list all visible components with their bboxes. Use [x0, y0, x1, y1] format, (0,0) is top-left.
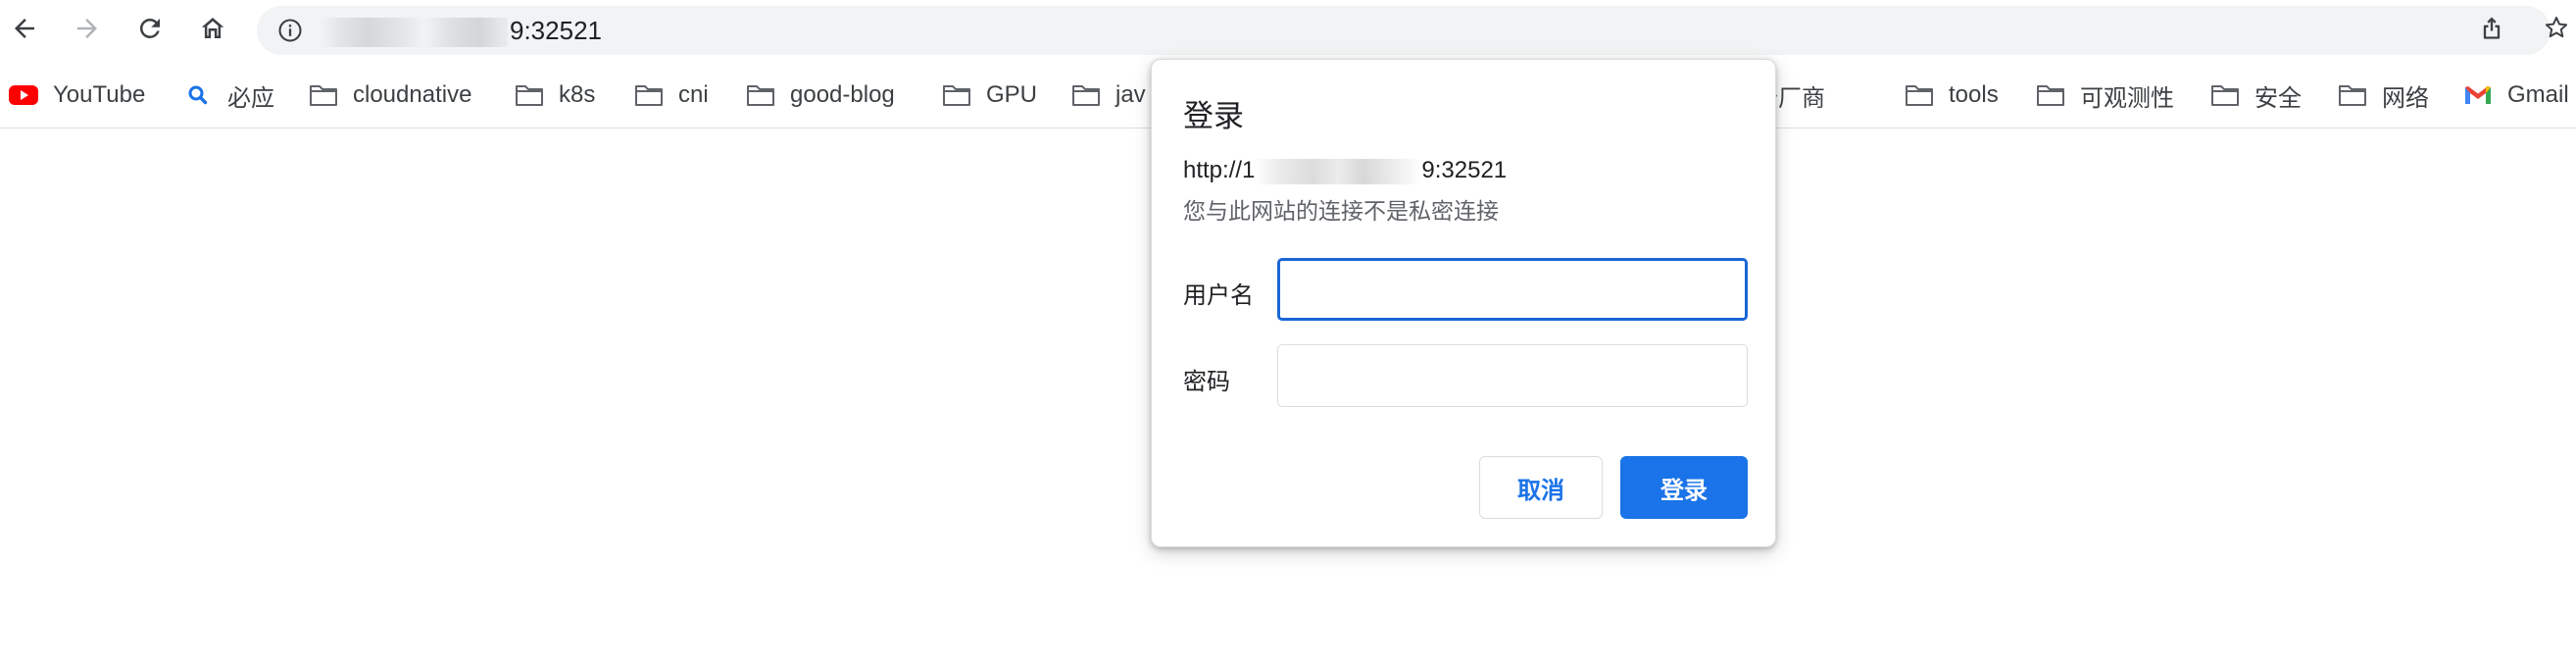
home-button[interactable]	[190, 8, 235, 53]
bookmark-label: GPU	[986, 81, 1038, 108]
bookmark-folder-security[interactable]: 安全	[2209, 73, 2302, 118]
bookmark-folder-good-blog[interactable]: good-blog	[745, 73, 895, 118]
bookmark-star-button[interactable]	[2539, 12, 2574, 47]
folder-icon	[745, 81, 776, 109]
connection-warning: 您与此网站的连接不是私密连接	[1183, 198, 1499, 224]
password-input[interactable]	[1277, 344, 1748, 407]
bookmark-label: good-blog	[790, 81, 895, 108]
username-input[interactable]	[1277, 258, 1748, 321]
redacted-url-part	[1255, 158, 1422, 184]
bookmark-folder-jav[interactable]: jav	[1070, 73, 1146, 118]
bookmark-label: tools	[1949, 81, 1999, 108]
folder-icon	[308, 81, 339, 109]
folder-icon	[2337, 81, 2368, 109]
bookmark-label: YouTube	[53, 81, 146, 108]
bookmark-label: 网络	[2382, 84, 2429, 112]
folder-icon	[2035, 81, 2066, 109]
sign-in-dialog: 登录 http://1 9:32521 您与此网站的连接不是私密连接 用户名 密码…	[1151, 59, 1776, 547]
bookmark-label: k8s	[559, 81, 596, 108]
folder-icon	[941, 81, 972, 109]
info-icon[interactable]	[276, 17, 304, 44]
bookmark-folder-tools[interactable]: tools	[1904, 73, 1999, 118]
share-button[interactable]	[2474, 12, 2509, 47]
folder-icon	[2209, 81, 2241, 109]
redacted-url-part	[322, 18, 508, 48]
folder-icon	[1070, 81, 1102, 109]
reload-icon	[135, 14, 165, 48]
bookmark-folder-observability[interactable]: 可观测性	[2035, 73, 2174, 118]
dialog-url: http://1 9:32521	[1183, 154, 1507, 187]
arrow-left-icon	[10, 14, 39, 48]
folder-icon	[633, 81, 665, 109]
url-port-text: 9:32521	[510, 16, 602, 45]
username-label: 用户名	[1183, 282, 1254, 309]
bookmark-folder-gpu[interactable]: GPU	[941, 73, 1037, 118]
bookmark-label: 可观测性	[2080, 84, 2174, 112]
bookmark-label: jav	[1115, 81, 1146, 108]
password-label: 密码	[1183, 369, 1230, 395]
bookmark-label: 安全	[2254, 84, 2302, 112]
bookmark-label: cloudnative	[353, 81, 472, 108]
bookmark-folder-cloudnative[interactable]: cloudnative	[308, 73, 471, 118]
dialog-url-prefix: http://1	[1183, 157, 1256, 183]
folder-icon	[1904, 81, 1935, 109]
bookmark-label: 必应	[227, 84, 274, 112]
url-text[interactable]: 9:32521	[322, 6, 602, 55]
dialog-url-suffix: 9:32521	[1421, 157, 1508, 183]
bookmark-youtube[interactable]: YouTube	[8, 73, 145, 118]
reload-button[interactable]	[127, 8, 173, 53]
dialog-title: 登录	[1183, 99, 1244, 133]
bookmark-gmail[interactable]: Gmail	[2462, 73, 2569, 118]
back-button[interactable]	[2, 8, 47, 53]
browser-toolbar: 9:32521	[0, 0, 2576, 61]
cancel-button[interactable]: 取消	[1479, 456, 1603, 519]
home-icon	[198, 14, 227, 48]
gmail-icon	[2462, 81, 2494, 109]
bookmark-folder-k8s[interactable]: k8s	[514, 73, 595, 118]
sign-in-button[interactable]: 登录	[1620, 456, 1748, 519]
arrow-right-icon	[73, 14, 102, 48]
bookmark-bing[interactable]: 必应	[182, 73, 274, 118]
bookmark-label: Gmail	[2507, 81, 2569, 108]
bing-search-icon	[182, 81, 214, 109]
bookmark-folder-cni[interactable]: cni	[633, 73, 709, 118]
star-icon	[2543, 14, 2570, 46]
folder-icon	[514, 81, 545, 109]
youtube-icon	[8, 81, 39, 109]
bookmark-label: cni	[678, 81, 709, 108]
share-icon	[2478, 14, 2505, 46]
bookmark-folder-network[interactable]: 网络	[2337, 73, 2429, 118]
forward-button[interactable]	[65, 8, 110, 53]
address-bar[interactable]: 9:32521	[257, 6, 2551, 55]
